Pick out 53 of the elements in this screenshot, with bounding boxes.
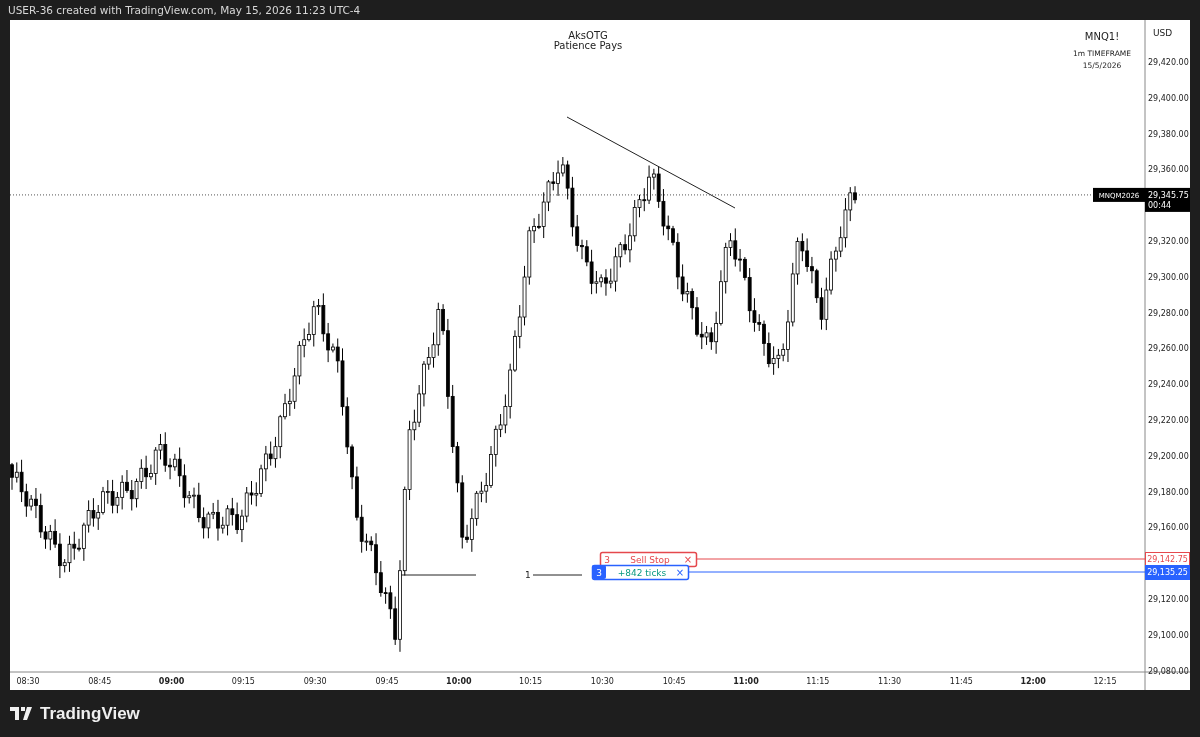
price-axis-label: 29,220.00 [1148,416,1189,425]
order-label: +842 ticks [617,567,667,578]
price-tag: 29,135.25 [1145,565,1190,580]
time-axis-label: 10:15 [519,677,543,686]
currency-label: USD [1153,28,1173,38]
logo-text: TradingView [40,703,140,724]
price-axis-label: 29,080.00 [1148,666,1189,676]
time-axis-label: 08:45 [88,677,112,686]
time-axis-label: 11:15 [806,677,830,686]
order-quantity: 3 [604,554,610,565]
time-axis-label: 08:30 [16,677,40,686]
price-axis-label: 29,380.00 [1148,129,1189,139]
price-axis-label: 29,280.00 [1148,308,1189,318]
price-axis-label: 29,200.00 [1148,451,1189,461]
price-axis-label: 29,360.00 [1148,165,1189,175]
price-axis-label: 29,420.00 [1148,58,1189,67]
time-axis-label: 10:30 [590,677,614,686]
chart-subtitle: Patience Pays [553,40,623,51]
countdown-label: 00:44 [1148,200,1172,210]
time-axis-label: 11:45 [949,677,973,686]
time-axis-label: 11:00 [733,677,759,686]
chart-caption: USER-36 created with TradingView.com, May 15, 2026 11:23 UTC-4 [8,4,361,16]
time-axis-label: 10:00 [446,677,472,686]
symbol-tag-background [1093,187,1145,202]
level-line [532,574,583,576]
last-price-tag: 29,345.75 [1148,190,1189,200]
price-axis-label: 29,120.00 [1148,595,1189,604]
close-button[interactable]: × [683,554,693,565]
time-axis-label: 12:15 [1093,677,1117,686]
time-axis-label: 09:00 [158,677,185,686]
time-axis-label: 12:00 [1020,677,1046,686]
time-axis-label: 09:15 [231,677,255,686]
time-axis-label: 09:45 [375,677,399,686]
close-button[interactable]: × [675,567,685,578]
time-axis-label: 11:30 [878,677,902,686]
symbol-label: MNQ1! [1084,31,1120,42]
price-axis-label: 29,300.00 [1148,272,1189,282]
time-axis-label: 09:30 [303,677,327,686]
price-axis-label: 29,240.00 [1148,380,1189,390]
time-axis-label: 10:45 [662,677,686,686]
price-axis-label: 29,320.00 [1148,237,1189,246]
price-axis-label: 29,100.00 [1148,630,1189,640]
price-axis-label: 29,180.00 [1148,487,1189,497]
logo-icon [10,707,34,720]
order-label: Sell Stop [630,554,670,565]
level-label: 1 [525,570,531,580]
order-quantity: 3 [596,567,602,578]
price-tag: 29,142.75 [1145,552,1190,567]
price-axis-label: 29,160.00 [1148,523,1189,533]
price-tag-background [1145,187,1190,212]
chart-title: AksOTG [568,30,608,41]
price-axis-label: 29,400.00 [1148,93,1189,103]
price-axis-label: 29,260.00 [1148,344,1189,354]
